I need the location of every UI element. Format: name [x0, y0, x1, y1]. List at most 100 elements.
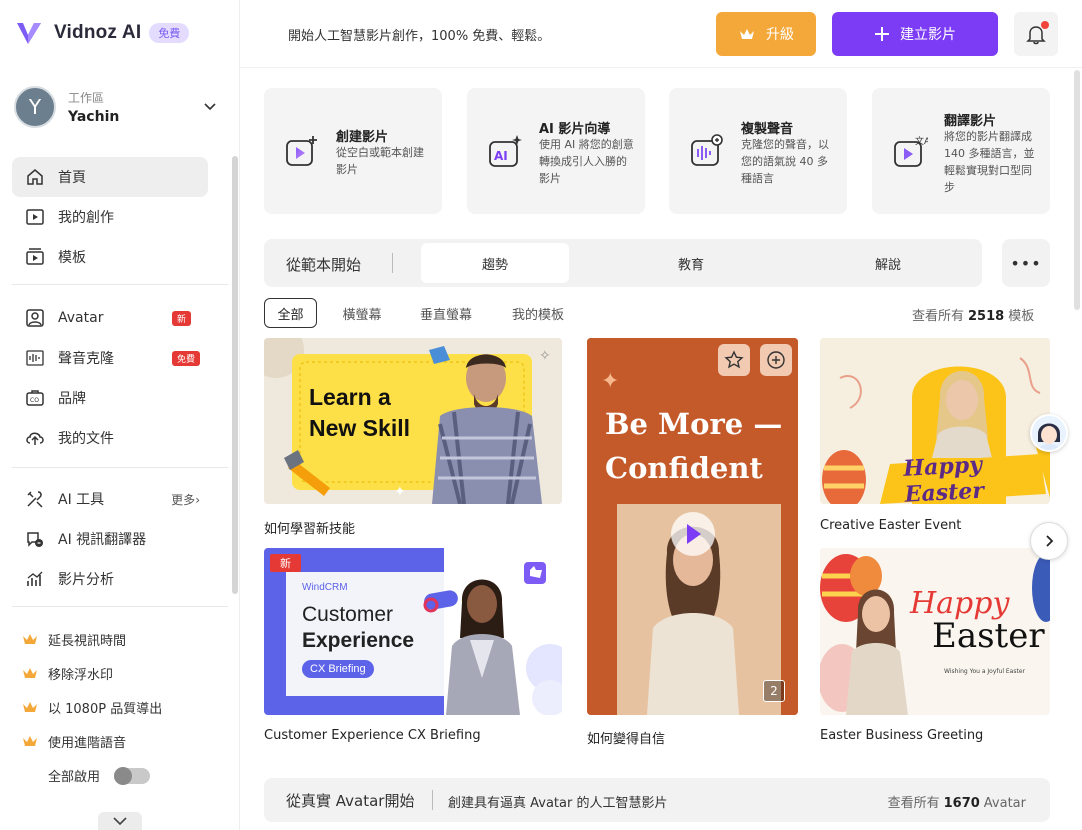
divider: [12, 284, 228, 285]
filter-landscape[interactable]: 橫螢幕: [334, 298, 390, 328]
quick-card-clone-voice[interactable]: 複製聲音 克隆您的聲音，以您的語氣說 40 多種語言: [669, 88, 847, 214]
enable-all-row: 全部啟用: [48, 766, 151, 785]
quick-card-desc: 從空白或範本創建影片: [336, 146, 424, 176]
brand-icon: CO: [24, 387, 46, 409]
workspace-switcher[interactable]: Y 工作區 Yachin: [14, 84, 224, 130]
svg-text:AI: AI: [494, 149, 508, 163]
view-all-prefix: 查看所有: [887, 796, 940, 811]
sidebar-item-avatar[interactable]: Avatar 新: [12, 298, 208, 338]
enable-all-label: 全部啟用: [48, 770, 101, 785]
template-card-confident[interactable]: ✦ Be More — Confident 2: [587, 338, 798, 715]
more-link[interactable]: 更多›: [171, 491, 200, 508]
more-options-button[interactable]: •••: [1002, 239, 1050, 287]
sidebar-item-templates[interactable]: 模板: [12, 237, 208, 277]
sidebar-item-label: 首頁: [58, 170, 86, 186]
svg-text:文A: 文A: [915, 135, 928, 147]
upgrade-button[interactable]: 升級: [716, 12, 816, 56]
sidebar-item-video-translator[interactable]: AI 視訊翻譯器: [12, 519, 208, 559]
sidebar-item-my-creations[interactable]: 我的創作: [12, 197, 208, 237]
create-video-button[interactable]: 建立影片: [832, 12, 998, 56]
quick-card-ai-wizard[interactable]: AI AI 影片向導 使用 AI 將您的創意轉換成引人入勝的影片: [467, 88, 645, 214]
thumbnail-headline: Learn a: [309, 384, 391, 410]
thumbnail-headline: Easter: [932, 616, 1045, 656]
primary-nav: 首頁 我的創作 模板: [12, 157, 208, 277]
crown-icon: [740, 29, 754, 39]
add-template-button[interactable]: [760, 344, 792, 376]
quick-card-desc: 使用 AI 將您的創意轉換成引人入勝的影片: [539, 138, 634, 185]
sidebar-item-brand[interactable]: CO 品牌: [12, 378, 208, 418]
tab-education[interactable]: 教育: [617, 243, 765, 283]
top-bar: 開始人工智慧影片創作，100% 免費、輕鬆。 升級 建立影片: [240, 0, 1082, 68]
svg-text:✧: ✧: [539, 348, 551, 364]
sidebar: Vidnoz AI 免費 Y 工作區 Yachin 首頁 我的創作 模板 Ava…: [0, 0, 240, 830]
voice-clone-icon: [691, 134, 723, 166]
template-card-learn-skill[interactable]: ✦ ✧ Learn a New Skill: [264, 338, 562, 504]
perk-label: 移除浮水印: [48, 667, 114, 683]
quick-card-create-video[interactable]: 創建影片 從空白或範本創建影片: [264, 88, 442, 214]
thumbnail-headline: Experience: [302, 629, 415, 652]
sidebar-item-my-files[interactable]: 我的文件: [12, 418, 208, 458]
template-caption: Easter Business Greeting: [820, 728, 984, 743]
tools-icon: [24, 488, 46, 510]
notifications-button[interactable]: [1014, 12, 1058, 56]
plan-badge: 免費: [149, 23, 190, 43]
filter-all[interactable]: 全部: [264, 298, 317, 328]
avatar-count: 1670: [943, 796, 980, 811]
brand-name: Vidnoz AI: [54, 22, 142, 43]
perk-item: 使用進階語音: [22, 724, 162, 758]
enable-all-toggle[interactable]: [114, 766, 151, 785]
carousel-next-button[interactable]: [1030, 522, 1068, 560]
perk-item: 移除浮水印: [22, 656, 162, 690]
sidebar-item-home[interactable]: 首頁: [12, 157, 208, 197]
sidebar-item-label: Avatar: [58, 310, 104, 326]
template-caption: 如何學習新技能: [264, 522, 356, 537]
crown-icon: [23, 702, 37, 712]
template-caption: Customer Experience CX Briefing: [264, 728, 481, 743]
main-scrollbar[interactable]: [1074, 70, 1080, 310]
sidebar-scrollbar[interactable]: [232, 156, 238, 594]
favorite-button[interactable]: [718, 344, 750, 376]
perk-label: 延長視訊時間: [48, 633, 127, 649]
perk-item: 延長視訊時間: [22, 622, 162, 656]
template-card-easter-event[interactable]: Happy Easter: [820, 338, 1050, 504]
filter-my-templates[interactable]: 我的模板: [504, 298, 572, 328]
template-thumbnail: ✦: [587, 338, 798, 715]
perk-label: 使用進階語音: [48, 735, 127, 751]
view-all-suffix: Avatar: [983, 796, 1026, 811]
divider: [12, 467, 228, 468]
brand-logo[interactable]: Vidnoz AI 免費: [14, 18, 190, 48]
template-card-easter-greeting[interactable]: Happy Easter Wishing You a Joyful Easter: [820, 548, 1050, 715]
svg-text:✦: ✦: [394, 484, 406, 500]
quick-card-translate-video[interactable]: 文A 翻譯影片 將您的影片翻譯成 140 多種語言，並輕鬆實現對口型同步: [872, 88, 1050, 214]
sidebar-item-voice-clone[interactable]: 聲音克隆 免費: [12, 338, 208, 378]
sidebar-item-video-analytics[interactable]: 影片分析: [12, 559, 208, 599]
view-all-avatars-link[interactable]: 查看所有 1670 Avatar: [888, 792, 1026, 811]
section-desc: 創建具有逼真 Avatar 的人工智慧影片: [448, 796, 668, 811]
chevron-right-icon: ›: [195, 492, 200, 507]
thumbnail-headline: Be More —: [605, 407, 783, 441]
page-count-badge: 2: [763, 680, 785, 702]
template-card-customer-experience[interactable]: 新 WindCRM Customer Experience CX Briefin…: [264, 548, 562, 715]
tab-trending[interactable]: 趨勢: [421, 243, 569, 283]
template-count: 2518: [968, 309, 1005, 324]
waveform-icon: [24, 347, 46, 369]
chevron-right-icon: [1046, 535, 1054, 547]
sidebar-item-ai-tools[interactable]: AI 工具 更多›: [12, 479, 208, 519]
template-caption: Creative Easter Event: [820, 518, 962, 533]
video-plus-icon: [286, 136, 317, 166]
create-video-label: 建立影片: [900, 27, 956, 43]
upgrade-perks: 延長視訊時間 移除浮水印 以 1080P 品質導出 使用進階語音: [22, 622, 162, 758]
sidebar-item-label: 模板: [58, 250, 86, 266]
thumbnail-tag: CX Briefing: [302, 660, 374, 678]
sidebar-collapse-button[interactable]: [98, 812, 142, 830]
assistant-avatar-button[interactable]: [1030, 414, 1068, 452]
avatar-section-header: 從真實 Avatar開始 創建具有逼真 Avatar 的人工智慧影片 查看所有 1…: [264, 778, 1050, 822]
filter-portrait[interactable]: 垂直螢幕: [412, 298, 480, 328]
view-all-templates-link[interactable]: 查看所有 2518 模板: [912, 305, 1034, 324]
svg-text:CO: CO: [30, 397, 39, 404]
template-section-header: 從範本開始 趨勢 教育 解說: [264, 239, 982, 287]
star-icon: [724, 350, 744, 369]
free-badge: 免費: [172, 350, 201, 366]
tab-explainer[interactable]: 解說: [814, 243, 962, 283]
tagline: 開始人工智慧影片創作，100% 免費、輕鬆。: [288, 29, 551, 44]
